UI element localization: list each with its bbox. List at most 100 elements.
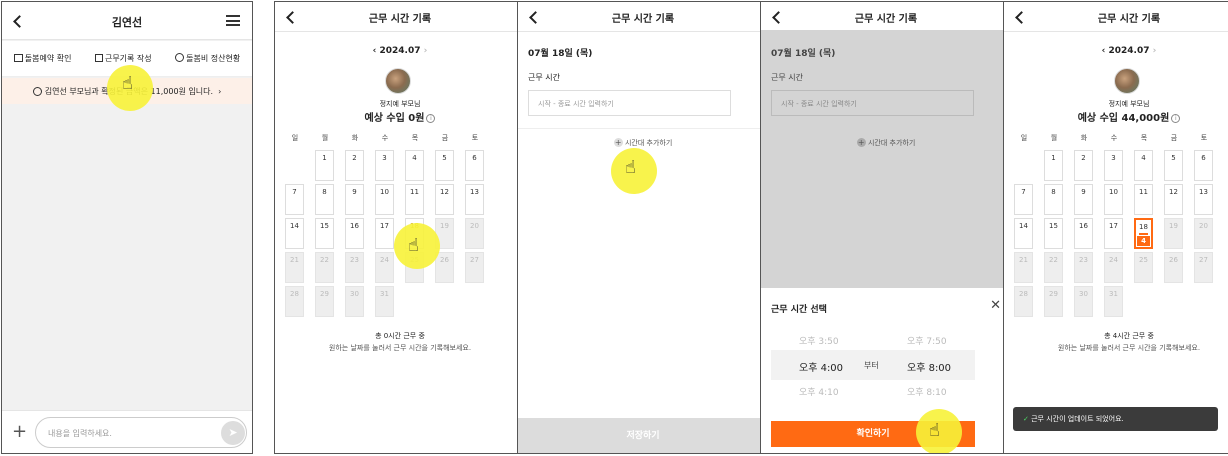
calendar-day: 31 — [1104, 286, 1123, 317]
weekday-label: 목 — [411, 134, 419, 142]
calendar-day[interactable]: 9 — [1074, 184, 1093, 215]
calendar-hint: 원하는 날짜를 눌러서 근무 시간을 기록해보세요. — [1057, 344, 1201, 352]
calendar-day[interactable]: 2 — [1074, 150, 1093, 181]
expected-income: 예상 수입 0원 i — [275, 109, 525, 124]
close-icon[interactable]: ✕ — [990, 298, 1001, 313]
calendar-day[interactable]: 17 — [375, 218, 394, 249]
calendar-day[interactable]: 13 — [465, 184, 484, 215]
next-month-icon[interactable]: › — [424, 46, 428, 56]
menu-icon[interactable] — [226, 15, 240, 26]
calendar-day[interactable]: 9 — [345, 184, 364, 215]
prev-month-icon[interactable]: ‹ — [373, 46, 377, 56]
add-time-slot-button[interactable]: + 시간대 추가하기 — [518, 138, 768, 148]
calendar-day[interactable]: 4 — [1134, 150, 1153, 181]
time-range-input[interactable]: 시작 - 종료 시간 입력하기 — [771, 90, 974, 116]
month-selector[interactable]: ‹ 2024.07 › — [275, 46, 525, 56]
send-icon[interactable]: ➤ — [221, 421, 245, 445]
calendar-day[interactable]: 3 — [1104, 150, 1123, 181]
calendar-day[interactable]: 10 — [1104, 184, 1123, 215]
calendar-day[interactable]: 1 — [315, 150, 334, 181]
day-hours-badge: 4 — [1137, 236, 1150, 246]
calendar-day: 23 — [345, 252, 364, 283]
calendar-day[interactable]: 8 — [315, 184, 334, 215]
day-marker — [1139, 233, 1148, 235]
plus-circle-icon: + — [856, 138, 866, 147]
message-input[interactable]: 내용을 입력하세요. — [35, 417, 247, 448]
calendar-day[interactable]: 12 — [1164, 184, 1183, 215]
plus-icon[interactable]: + — [12, 421, 27, 442]
toast-text: 근무 시간이 업데이트 되었어요. — [1031, 415, 1124, 423]
tab-work-log[interactable]: 근무기록 작성 — [94, 53, 152, 64]
back-icon[interactable] — [528, 9, 540, 25]
next-month-icon[interactable]: › — [1153, 46, 1157, 56]
calendar-day[interactable]: 16 — [345, 218, 364, 249]
screen-header: 근무 시간 기록 — [518, 2, 768, 32]
work-summary: 총 4시간 근무 중 — [1104, 332, 1154, 340]
info-icon[interactable]: i — [426, 113, 436, 123]
calendar-day[interactable]: 4 — [405, 150, 424, 181]
toast: ✓ 근무 시간이 업데이트 되었어요. — [1013, 407, 1218, 431]
end-time-selected[interactable]: 오후 8:00 — [907, 359, 951, 374]
calendar-day[interactable]: 17 — [1104, 218, 1123, 249]
pointer-hand-icon: ☝ — [408, 235, 419, 256]
calendar-screen: 근무 시간 기록 ‹ 2024.07 › 정지예 부모님 예상 수입 0원 i 일… — [274, 1, 526, 454]
work-time-label: 근무 시간 — [528, 73, 560, 82]
screen-title: 근무 시간 기록 — [854, 13, 918, 25]
calendar-day[interactable]: 5 — [1164, 150, 1183, 181]
calendar-day[interactable]: 7 — [1014, 184, 1033, 215]
calendar-day[interactable]: 2 — [345, 150, 364, 181]
end-time-option[interactable]: 오후 7:50 — [907, 334, 947, 347]
time-picker-sheet: 근무 시간 선택 ✕ 오후 3:50 오후 4:00 오후 4:10 부터 오후… — [761, 288, 1011, 453]
calendar-day: 22 — [1044, 252, 1063, 283]
tab-settlement[interactable]: 돌봄비 정산현황 — [175, 53, 240, 64]
calendar-day[interactable]: 6 — [465, 150, 484, 181]
calendar-day[interactable]: 5 — [435, 150, 454, 181]
time-range-input[interactable]: 시작 - 종료 시간 입력하기 — [528, 90, 731, 116]
back-icon[interactable] — [1014, 9, 1026, 25]
prev-month-icon[interactable]: ‹ — [1102, 46, 1106, 56]
plus-circle-icon: + — [613, 138, 623, 147]
start-time-selected[interactable]: 오후 4:00 — [799, 359, 843, 374]
calendar-day[interactable]: 8 — [1044, 184, 1063, 215]
pointer-hand-icon: ☝ — [122, 73, 133, 94]
screen-header: 근무 시간 기록 — [275, 2, 525, 32]
dim-overlay — [761, 30, 1011, 288]
calendar-day[interactable]: 3 — [375, 150, 394, 181]
work-time-label: 근무 시간 — [771, 73, 803, 82]
month-selector[interactable]: ‹ 2024.07 › — [1004, 46, 1228, 56]
back-icon[interactable] — [285, 9, 297, 25]
start-time-option[interactable]: 오후 3:50 — [799, 334, 839, 347]
tab-reservation[interactable]: 돌봄예약 확인 — [13, 53, 71, 64]
save-button[interactable]: 저장하기 — [518, 418, 768, 453]
calendar-day: 29 — [1044, 286, 1063, 317]
calendar-day[interactable]: 14 — [285, 218, 304, 249]
chevron-right-icon: › — [218, 86, 222, 96]
weekday-label: 목 — [1140, 134, 1148, 142]
info-icon[interactable]: i — [1171, 113, 1181, 123]
add-time-slot-button[interactable]: + 시간대 추가하기 — [761, 138, 1011, 148]
calendar-day[interactable]: 10 — [375, 184, 394, 215]
weekday-label: 수 — [1110, 134, 1118, 142]
calendar-day[interactable]: 7 — [285, 184, 304, 215]
calendar-day[interactable]: 14 — [1014, 218, 1033, 249]
add-time-slot-label: 시간대 추가하기 — [624, 139, 673, 147]
calendar-day[interactable]: 12 — [435, 184, 454, 215]
calendar-day[interactable]: 13 — [1194, 184, 1213, 215]
calendar-day[interactable]: 16 — [1074, 218, 1093, 249]
month-label: 2024.07 — [379, 46, 421, 56]
calendar-day[interactable]: 1 — [1044, 150, 1063, 181]
calendar-day-selected[interactable]: 18 4 — [1134, 218, 1153, 249]
end-time-option[interactable]: 오후 8:10 — [907, 385, 947, 398]
back-icon[interactable] — [771, 9, 783, 25]
add-time-slot-label: 시간대 추가하기 — [867, 139, 916, 147]
between-label: 부터 — [864, 361, 879, 370]
calendar-day: 22 — [315, 252, 334, 283]
calendar-day[interactable]: 11 — [405, 184, 424, 215]
start-time-option[interactable]: 오후 4:10 — [799, 385, 839, 398]
screen-title: 근무 시간 기록 — [1097, 13, 1161, 25]
calendar-day[interactable]: 15 — [1044, 218, 1063, 249]
calendar-day[interactable]: 15 — [315, 218, 334, 249]
weekday-label: 금 — [441, 134, 449, 142]
calendar-day[interactable]: 11 — [1134, 184, 1153, 215]
calendar-day[interactable]: 6 — [1194, 150, 1213, 181]
